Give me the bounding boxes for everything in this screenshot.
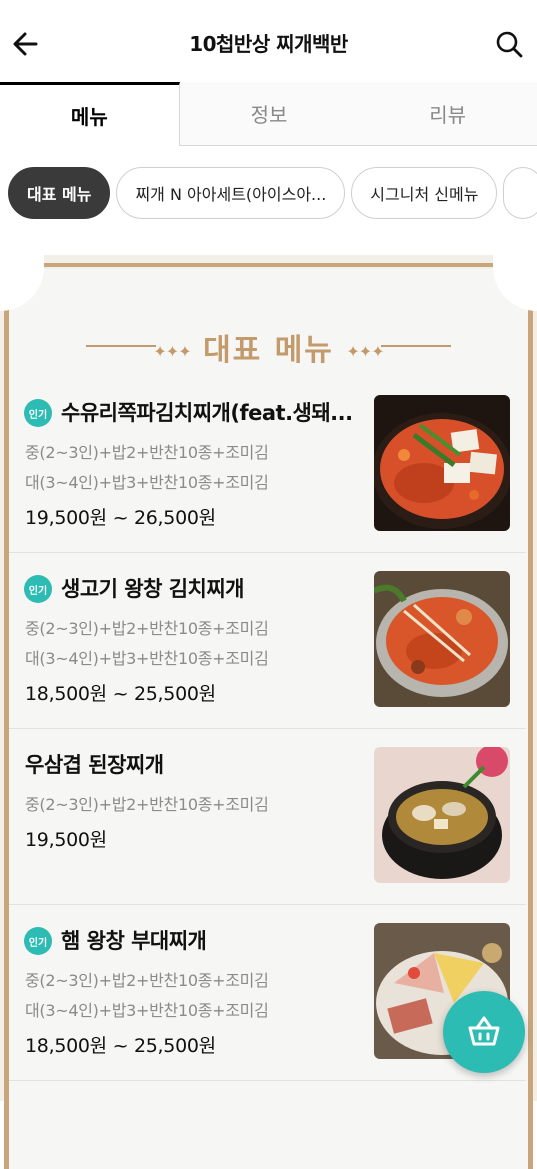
tab-menu[interactable]: 메뉴 bbox=[0, 82, 180, 146]
chip-stew-set[interactable]: 찌개 N 아아세트(아이스아... bbox=[116, 167, 346, 219]
menu-item-desc: 중(2~3인)+밥2+반찬10종+조미김 bbox=[25, 619, 269, 638]
menu-item-desc: 대(3~4인)+밥3+반찬10종+조미김 bbox=[25, 649, 269, 668]
frame-top-border bbox=[40, 263, 497, 275]
chip-signature-menu[interactable]: 대표 메뉴 bbox=[8, 167, 111, 219]
menu-item-name: 햄 왕창 부대찌개 bbox=[61, 929, 207, 953]
section-heading: ✦✦✦ 대표 메뉴 ✦✦✦ bbox=[0, 325, 537, 369]
menu-item-photo bbox=[374, 395, 510, 531]
menu-item-name: 우삼겹 된장찌개 bbox=[25, 753, 164, 777]
page-title: 10첩반상 찌개백반 bbox=[189, 32, 348, 56]
tab-bar: 메뉴 정보 리뷰 bbox=[0, 82, 537, 146]
tab-info[interactable]: 정보 bbox=[179, 82, 359, 146]
menu-item-photo bbox=[374, 571, 510, 707]
menu-item[interactable]: 인기 생고기 왕창 김치찌개 중(2~3인)+밥2+반찬10종+조미김 대(3~… bbox=[9, 553, 526, 729]
popular-badge: 인기 bbox=[24, 575, 52, 603]
heading-ornament-left bbox=[86, 345, 156, 347]
menu-item-price: 18,500원 ~ 25,500원 bbox=[25, 683, 216, 705]
popular-badge: 인기 bbox=[24, 399, 52, 427]
cart-button[interactable] bbox=[443, 991, 525, 1073]
top-bar: 10첩반상 찌개백반 bbox=[0, 0, 537, 86]
menu-item-name: 생고기 왕창 김치찌개 bbox=[61, 577, 245, 601]
menu-item[interactable]: 우삼겹 된장찌개 중(2~3인)+밥2+반찬10종+조미김 19,500원 bbox=[9, 729, 526, 905]
menu-item-desc: 대(3~4인)+밥3+반찬10종+조미김 bbox=[25, 1001, 269, 1020]
category-chips: 대표 메뉴 찌개 N 아아세트(아이스아... 시그니처 신메뉴 bbox=[0, 146, 537, 242]
menu-item[interactable]: 인기 햄 왕창 부대찌개 중(2~3인)+밥2+반찬10종+조미김 대(3~4인… bbox=[9, 905, 526, 1081]
chip-more[interactable] bbox=[503, 167, 537, 219]
menu-item-desc: 중(2~3인)+밥2+반찬10종+조미김 bbox=[25, 443, 269, 462]
heading-dots-right: ✦✦✦ bbox=[346, 342, 384, 361]
heading-dots-left: ✦✦✦ bbox=[153, 342, 191, 361]
basket-icon bbox=[468, 1016, 500, 1046]
heading-ornament-right bbox=[381, 345, 451, 347]
menu-panel: ✦✦✦ 대표 메뉴 ✦✦✦ 인기 수유리쪽파김치찌개(feat.생돼... 중(… bbox=[0, 255, 537, 1169]
menu-item-desc: 대(3~4인)+밥3+반찬10종+조미김 bbox=[25, 473, 269, 492]
menu-item-name: 수유리쪽파김치찌개(feat.생돼... bbox=[61, 401, 353, 425]
tab-reviews[interactable]: 리뷰 bbox=[358, 82, 537, 146]
menu-item-price: 19,500원 ~ 26,500원 bbox=[25, 507, 216, 529]
search-button[interactable] bbox=[493, 28, 525, 60]
menu-item-price: 18,500원 ~ 25,500원 bbox=[25, 1035, 216, 1057]
search-icon bbox=[496, 31, 523, 58]
menu-item-photo bbox=[374, 747, 510, 883]
menu-item-price: 19,500원 bbox=[25, 829, 107, 851]
menu-item-desc: 중(2~3인)+밥2+반찬10종+조미김 bbox=[25, 971, 269, 990]
section-title: 대표 메뉴 bbox=[203, 333, 334, 368]
menu-item-desc: 중(2~3인)+밥2+반찬10종+조미김 bbox=[25, 795, 269, 814]
chip-new-signature[interactable]: 시그니처 신메뉴 bbox=[351, 167, 498, 219]
menu-item[interactable]: 인기 수유리쪽파김치찌개(feat.생돼... 중(2~3인)+밥2+반찬10종… bbox=[9, 377, 526, 553]
popular-badge: 인기 bbox=[24, 927, 52, 955]
